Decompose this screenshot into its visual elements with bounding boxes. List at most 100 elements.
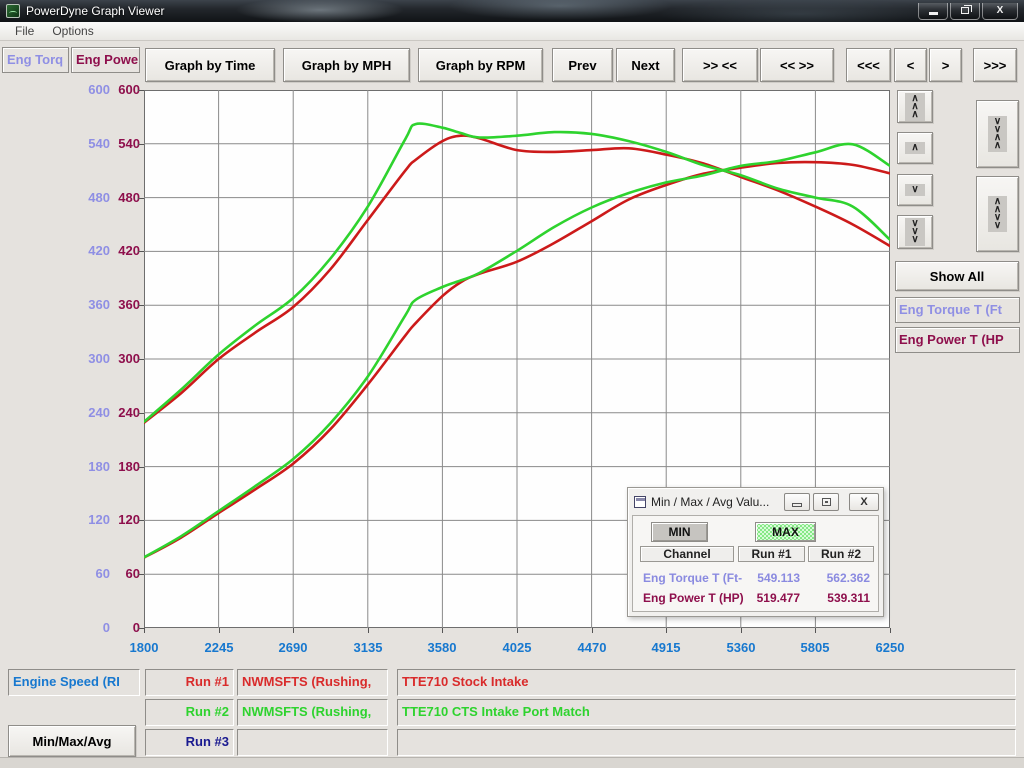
scroll-last-button[interactable]: >>>: [973, 48, 1017, 82]
run-file-label-2[interactable]: NWMSFTS (Rushing,: [237, 699, 388, 726]
run-label-1[interactable]: Run #1: [145, 669, 234, 696]
zoom-in-vertical-button[interactable]: ∨∨∧∧: [976, 100, 1019, 168]
x-axis-rpm-tick: 3135: [336, 640, 400, 656]
minmax-row-run2-value: 539.311: [808, 590, 870, 606]
prev-button[interactable]: Prev: [552, 48, 613, 82]
x-axis-tick-mark: [293, 628, 294, 633]
x-axis-rpm-tick: 2245: [187, 640, 251, 656]
scroll-first-button[interactable]: <<<: [846, 48, 891, 82]
window-footer: [0, 757, 1024, 768]
scroll-right-button[interactable]: >: [929, 48, 962, 82]
column-header-run1[interactable]: Run #1: [738, 546, 805, 562]
restore-icon: [822, 498, 831, 506]
chevron-up-icon: ∧: [905, 142, 924, 154]
minmax-restore-button[interactable]: [813, 493, 839, 511]
zoom-out-horizontal-button[interactable]: << >>: [760, 48, 834, 82]
minmaxavg-button[interactable]: Min/Max/Avg: [8, 725, 136, 757]
graph-by-rpm-button[interactable]: Graph by RPM: [418, 48, 543, 82]
y-axis-tick-mark: [138, 305, 144, 306]
y-axis-power-tick: 120: [94, 511, 140, 529]
minmax-row-channel: Eng Power T (HP): [643, 590, 738, 606]
minmax-row-run2-value: 562.362: [808, 570, 870, 586]
column-header-channel[interactable]: Channel: [640, 546, 734, 562]
chevron-down-icon: ∨: [905, 184, 924, 196]
x-axis-tick-mark: [219, 628, 220, 633]
minmax-row-run1-value: 549.113: [738, 570, 800, 586]
run-description-label-3[interactable]: [397, 729, 1016, 756]
y-axis-tick-mark: [138, 251, 144, 252]
y-axis-tick-mark: [138, 574, 144, 575]
x-axis-tick-mark: [741, 628, 742, 633]
y-axis-tick-mark: [138, 413, 144, 414]
y-axis-power-tick: 540: [94, 135, 140, 153]
y-axis-tick-mark: [138, 90, 144, 91]
show-all-button[interactable]: Show All: [895, 261, 1019, 291]
y-axis-power-tick: 600: [94, 81, 140, 99]
zoom-out-vertical-button[interactable]: ∧∧∨∨: [976, 176, 1019, 252]
tab-eng-torque[interactable]: Eng Torq: [2, 47, 69, 73]
minimize-icon: [929, 12, 938, 15]
scroll-down-fast-button[interactable]: ∨∨∨: [897, 215, 933, 249]
run-description-label-1[interactable]: TTE710 Stock Intake: [397, 669, 1016, 696]
triple-chevron-up-icon: ∧∧∧: [905, 93, 924, 121]
title-bar[interactable]: PowerDyne Graph Viewer X: [0, 0, 1024, 22]
x-axis-tick-mark: [442, 628, 443, 633]
minmax-row-run1-value: 519.477: [738, 590, 800, 606]
run-file-label-1[interactable]: NWMSFTS (Rushing,: [237, 669, 388, 696]
min-toggle-button[interactable]: MIN: [651, 522, 708, 542]
column-header-run2[interactable]: Run #2: [808, 546, 874, 562]
scroll-down-button[interactable]: ∨: [897, 174, 933, 206]
menu-bar: File Options: [0, 22, 1024, 41]
y-axis-tick-mark: [138, 144, 144, 145]
y-axis-power-tick: 60: [94, 565, 140, 583]
menu-file[interactable]: File: [6, 22, 43, 40]
scroll-up-fast-button[interactable]: ∧∧∧: [897, 90, 933, 123]
y-axis-tick-mark: [138, 467, 144, 468]
scroll-up-button[interactable]: ∧: [897, 132, 933, 164]
run-file-label-3[interactable]: [237, 729, 388, 756]
minmax-values-window[interactable]: Min / Max / Avg Valu... X MIN MAX Channe…: [627, 487, 884, 617]
x-axis-tick-mark: [368, 628, 369, 633]
graph-by-mph-button[interactable]: Graph by MPH: [283, 48, 410, 82]
run-label-2[interactable]: Run #2: [145, 699, 234, 726]
close-button[interactable]: X: [982, 3, 1018, 20]
minimize-button[interactable]: [918, 3, 948, 20]
y-axis-power-tick: 180: [94, 458, 140, 476]
x-axis-rpm-tick: 1800: [112, 640, 176, 656]
next-button[interactable]: Next: [616, 48, 675, 82]
x-axis-rpm-tick: 5360: [709, 640, 773, 656]
scroll-left-button[interactable]: <: [894, 48, 927, 82]
max-toggle-button[interactable]: MAX: [755, 522, 816, 542]
power-channel-label[interactable]: Eng Power T (HP: [895, 327, 1020, 353]
y-axis-tick-mark: [138, 198, 144, 199]
y-axis-power-tick: 360: [94, 296, 140, 314]
run-description-label-2[interactable]: TTE710 CTS Intake Port Match: [397, 699, 1016, 726]
x-axis-channel-label[interactable]: Engine Speed (RI: [8, 669, 140, 696]
x-axis-rpm-tick: 2690: [261, 640, 325, 656]
x-axis-tick-mark: [592, 628, 593, 633]
x-axis-rpm-tick: 4915: [634, 640, 698, 656]
expand-vertical-icon: ∧∧∨∨: [988, 196, 1007, 232]
minmax-title-bar[interactable]: Min / Max / Avg Valu... X: [632, 491, 879, 513]
y-axis-power-tick: 420: [94, 242, 140, 260]
restore-button[interactable]: [950, 3, 980, 20]
graph-by-time-button[interactable]: Graph by Time: [145, 48, 275, 82]
y-axis-power-tick: 480: [94, 189, 140, 207]
zoom-in-horizontal-button[interactable]: >> <<: [682, 48, 758, 82]
y-axis-tick-mark: [138, 520, 144, 521]
run-label-3[interactable]: Run #3: [145, 729, 234, 756]
triple-chevron-down-icon: ∨∨∨: [905, 218, 924, 246]
minmax-row-channel: Eng Torque T (Ft-: [643, 570, 738, 586]
minimize-icon: [792, 503, 802, 507]
minmax-minimize-button[interactable]: [784, 493, 810, 511]
x-axis-rpm-tick: 4025: [485, 640, 549, 656]
menu-options[interactable]: Options: [43, 22, 102, 40]
x-axis-tick-mark: [890, 628, 891, 633]
y-axis-power-tick: 300: [94, 350, 140, 368]
x-axis-tick-mark: [815, 628, 816, 633]
y-axis-power-tick: 240: [94, 404, 140, 422]
tab-eng-power[interactable]: Eng Powe: [71, 47, 140, 73]
x-axis-tick-mark: [666, 628, 667, 633]
torque-channel-label[interactable]: Eng Torque T (Ft: [895, 297, 1020, 323]
minmax-close-button[interactable]: X: [849, 493, 879, 511]
